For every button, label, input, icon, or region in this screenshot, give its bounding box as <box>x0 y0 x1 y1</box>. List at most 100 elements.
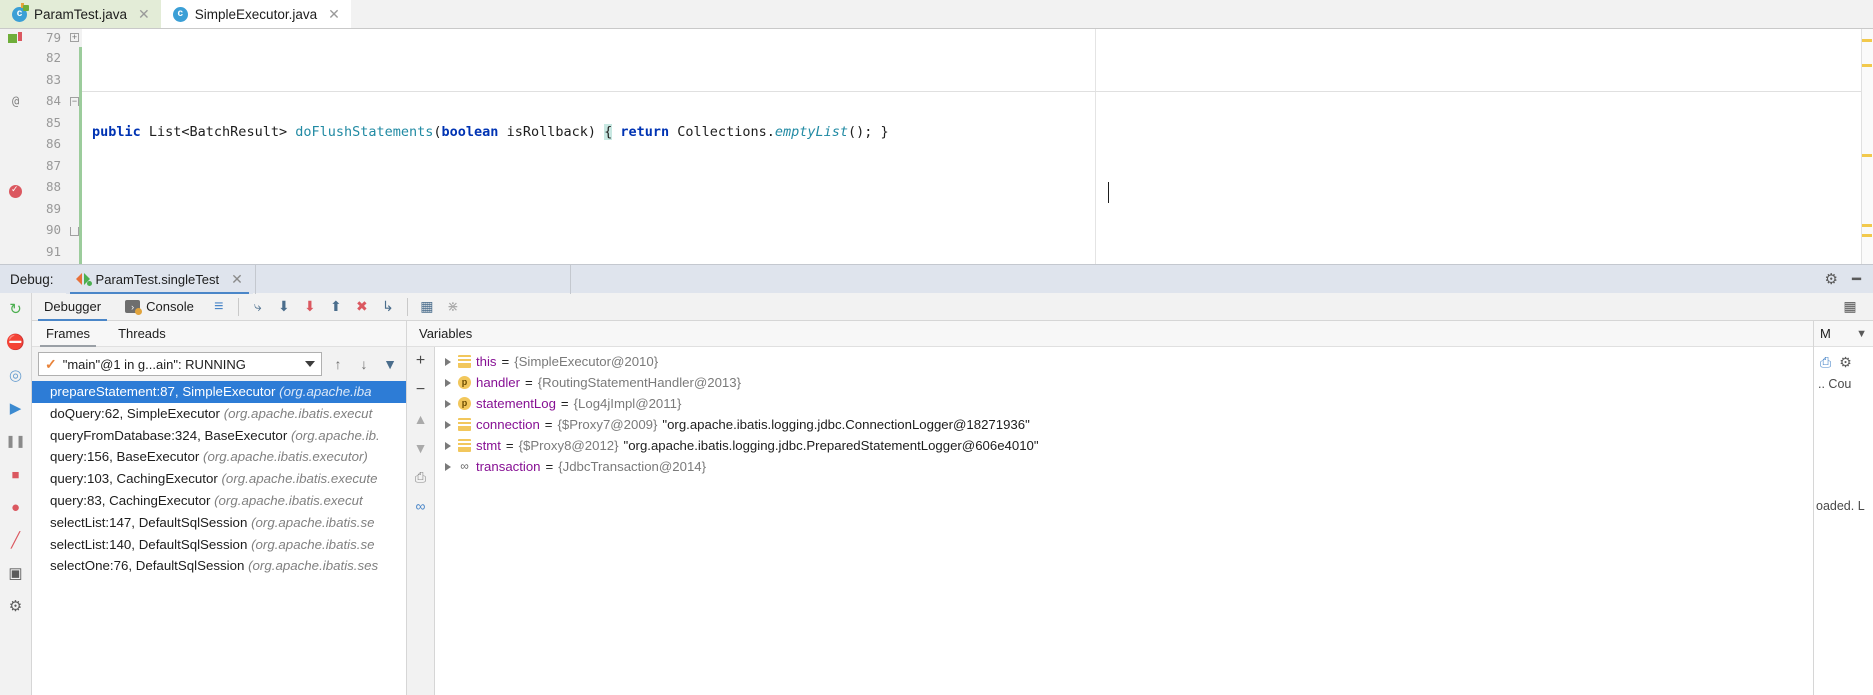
thread-selector[interactable]: ✓ "main"@1 in g...ain": RUNNING <box>38 352 322 376</box>
variable-row[interactable]: this = {SimpleExecutor@2010} <box>435 351 1813 372</box>
variables-actions-rail[interactable]: + − ▲ ▼ ⎙ ∞ <box>407 347 435 695</box>
copy-icon[interactable]: ⎙ <box>412 468 430 486</box>
inspect-icon[interactable]: ∞ <box>412 497 430 515</box>
copy-icon[interactable]: ⎙ <box>1820 354 1831 371</box>
settings-rail-icon[interactable]: ⚙ <box>6 596 26 616</box>
variable-row[interactable]: stmt = {$Proxy8@2012} "org.apache.ibatis… <box>435 435 1813 456</box>
expand-triangle-icon[interactable] <box>445 462 451 471</box>
line-number: 86 <box>45 136 61 151</box>
camera-icon[interactable]: ▣ <box>6 563 26 583</box>
editor-code-area[interactable]: public List<BatchResult> doFlushStatemen… <box>82 29 1873 264</box>
variable-name: this <box>476 354 497 369</box>
expand-triangle-icon[interactable] <box>445 357 451 366</box>
move-down-icon[interactable]: ▼ <box>412 439 430 457</box>
frame-item[interactable]: prepareStatement:87, SimpleExecutor (org… <box>32 381 406 403</box>
pause-program-icon[interactable]: ❚❚ <box>5 431 25 451</box>
debug-session-tab[interactable]: ParamTest.singleTest ✕ <box>65 264 253 294</box>
close-icon[interactable]: ✕ <box>328 6 340 23</box>
warning-marker[interactable] <box>1862 234 1872 237</box>
line-number: 82 <box>45 50 61 65</box>
settings-icon[interactable]: ⋇ <box>440 295 466 319</box>
override-marker-icon: @ <box>12 94 20 108</box>
restore-layout-icon[interactable]: ▦ <box>1837 295 1863 319</box>
thread-selector-row[interactable]: ✓ "main"@1 in g...ain": RUNNING ↑ ↓ ▼ <box>32 347 406 381</box>
code-line-82[interactable] <box>82 207 1873 229</box>
variable-row[interactable]: ∞ transaction = {JdbcTransaction@2014} <box>435 456 1813 477</box>
filter-frames-icon[interactable]: ▼ <box>380 353 400 375</box>
object-icon <box>458 439 471 452</box>
step-out-icon[interactable]: ⬆ <box>323 295 349 319</box>
fold-collapse-icon[interactable]: − <box>70 97 79 106</box>
frame-item[interactable]: query:156, BaseExecutor (org.apache.ibat… <box>32 446 406 468</box>
code-line-79[interactable]: public List<BatchResult> doFlushStatemen… <box>82 124 1873 143</box>
frame-down-icon[interactable]: ↓ <box>354 353 374 375</box>
frame-item[interactable]: selectOne:76, DefaultSqlSession (org.apa… <box>32 555 406 577</box>
debug-main-area: Debugger › Console ≡ ⤷ ⬇ ⬇ ⬆ ✖ ↳ ▦ ⋇ ▦ F… <box>32 293 1873 695</box>
layout-icon[interactable]: ≡ <box>206 295 232 319</box>
mute-breakpoints-icon[interactable]: ◎ <box>6 365 26 385</box>
expand-triangle-icon[interactable] <box>445 441 451 450</box>
tab-debugger[interactable]: Debugger <box>32 293 113 321</box>
warning-marker[interactable] <box>1862 224 1872 227</box>
right-pane-header[interactable]: M ▼ <box>1814 321 1873 347</box>
warning-marker[interactable] <box>1862 154 1872 157</box>
force-step-into-icon[interactable]: ✖ <box>349 295 375 319</box>
frame-item[interactable]: doQuery:62, SimpleExecutor (org.apache.i… <box>32 403 406 425</box>
frames-pane-tabs[interactable]: Frames Threads <box>32 321 406 347</box>
view-breakpoints-icon[interactable]: ● <box>6 497 26 517</box>
frame-item[interactable]: selectList:147, DefaultSqlSession (org.a… <box>32 512 406 534</box>
mute-breakpoints-toggle-icon[interactable]: ╱ <box>6 530 26 550</box>
frame-up-icon[interactable]: ↑ <box>328 353 348 375</box>
close-icon[interactable]: ✕ <box>231 271 243 288</box>
warning-marker[interactable] <box>1862 39 1872 42</box>
step-into-icon[interactable]: ⬇ <box>297 295 323 319</box>
expand-triangle-icon[interactable] <box>445 378 451 387</box>
tab-console[interactable]: › Console <box>113 293 206 321</box>
frame-item[interactable]: selectList:140, DefaultSqlSession (org.a… <box>32 534 406 556</box>
expand-triangle-icon[interactable] <box>445 420 451 429</box>
variable-row[interactable]: p statementLog = {Log4jImpl@2011} <box>435 393 1813 414</box>
remove-watch-icon[interactable]: − <box>412 381 430 399</box>
minimize-icon[interactable]: ━ <box>1852 270 1861 288</box>
debug-actions-rail[interactable]: ↻ ⛔ ◎ ▶ ❚❚ ■ ● ╱ ▣ ⚙ <box>0 293 32 695</box>
move-up-icon[interactable]: ▲ <box>412 410 430 428</box>
settings-icon[interactable]: ⚙ <box>1839 354 1852 371</box>
editor-tab-paramtest[interactable]: c ParamTest.java ✕ <box>0 0 161 28</box>
close-icon[interactable]: ✕ <box>138 6 150 23</box>
frame-item[interactable]: queryFromDatabase:324, BaseExecutor (org… <box>32 425 406 447</box>
frame-item[interactable]: query:83, CachingExecutor (org.apache.ib… <box>32 490 406 512</box>
variable-row[interactable]: p handler = {RoutingStatementHandler@201… <box>435 372 1813 393</box>
stop-breakpoint-icon[interactable]: ⛔ <box>6 332 26 352</box>
fold-collapse-end-icon[interactable] <box>70 227 79 236</box>
frames-list[interactable]: prepareStatement:87, SimpleExecutor (org… <box>32 381 406 695</box>
breakpoint-icon[interactable] <box>9 184 22 198</box>
editor-tab-simpleexecutor[interactable]: c SimpleExecutor.java ✕ <box>160 0 351 28</box>
step-over-icon[interactable]: ⬇ <box>271 295 297 319</box>
show-execution-point-icon[interactable]: ⤷ <box>245 295 271 319</box>
expand-triangle-icon[interactable] <box>445 399 451 408</box>
editor-gutter-icons[interactable]: @ <box>0 29 32 264</box>
right-pane-tools[interactable]: ⎙ ⚙ <box>1814 347 1873 377</box>
variables-header: Variables <box>407 321 1813 347</box>
gear-icon[interactable]: ⚙ <box>1825 270 1838 288</box>
variable-name: stmt <box>476 438 501 453</box>
editor-scrollbar[interactable] <box>1861 29 1873 264</box>
add-watch-icon[interactable]: + <box>412 352 430 370</box>
resume-program-icon[interactable]: ▶ <box>6 398 26 418</box>
rerun-icon[interactable]: ↻ <box>6 299 26 319</box>
fold-expand-icon[interactable]: + <box>70 33 79 42</box>
chevron-down-icon[interactable] <box>305 361 315 367</box>
variables-list[interactable]: this = {SimpleExecutor@2010} p handler =… <box>435 347 1813 695</box>
warning-marker[interactable] <box>1862 64 1872 67</box>
chevron-down-icon[interactable]: ▼ <box>1856 328 1867 340</box>
frame-item[interactable]: query:103, CachingExecutor (org.apache.i… <box>32 468 406 490</box>
stop-icon[interactable]: ■ <box>6 464 26 484</box>
debug-toolbar[interactable]: Debugger › Console ≡ ⤷ ⬇ ⬇ ⬆ ✖ ↳ ▦ ⋇ ▦ <box>32 293 1873 321</box>
run-to-cursor-icon[interactable]: ↳ <box>375 295 401 319</box>
tab-threads[interactable]: Threads <box>104 321 180 347</box>
code-editor[interactable]: @ 79 82 83 84 85 86 87 88 89 90 91 + − p… <box>0 29 1873 264</box>
tab-frames[interactable]: Frames <box>32 321 104 347</box>
variable-row[interactable]: connection = {$Proxy7@2009} "org.apache.… <box>435 414 1813 435</box>
editor-fold-gutter[interactable]: + − <box>68 29 82 264</box>
evaluate-expression-icon[interactable]: ▦ <box>414 295 440 319</box>
